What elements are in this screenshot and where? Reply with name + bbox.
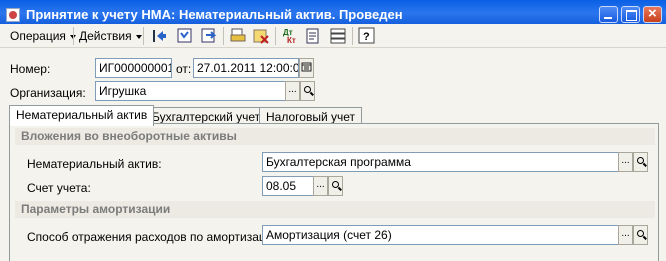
tab-intangible-asset[interactable]: Нематериальный актив: [9, 105, 155, 126]
number-field[interactable]: ИГ000000001: [95, 58, 172, 78]
asset-field[interactable]: Бухгалтерская программа: [262, 152, 619, 172]
operation-menu[interactable]: Операция: [10, 29, 76, 43]
date-label: от:: [176, 62, 192, 76]
asset-label: Нематериальный актив:: [27, 157, 162, 171]
print-icon[interactable]: [229, 27, 247, 45]
document-view-icon[interactable]: [176, 27, 194, 45]
actions-menu-label: Действия: [79, 29, 132, 43]
search-icon[interactable]: [328, 176, 343, 196]
toolbar-separator: [143, 27, 144, 45]
organization-select-button[interactable]: ...: [285, 81, 300, 101]
delete-document-icon[interactable]: [252, 27, 270, 45]
amortization-field[interactable]: Амортизация (счет 26): [262, 225, 619, 245]
search-icon[interactable]: [300, 81, 315, 101]
chevron-down-icon: [135, 34, 142, 39]
post-document-icon[interactable]: [200, 27, 218, 45]
calendar-icon[interactable]: [299, 58, 314, 78]
help-icon[interactable]: ?: [358, 27, 376, 45]
date-field[interactable]: 27.01.2011 12:00:01: [193, 58, 299, 78]
actions-menu[interactable]: Действия: [79, 29, 142, 43]
toolbar-separator: [73, 27, 74, 45]
svg-text:?: ?: [363, 31, 370, 43]
maximize-button[interactable]: [621, 6, 640, 23]
close-button[interactable]: [643, 5, 662, 23]
number-label: Номер:: [10, 62, 51, 76]
section-amortization: Параметры амортизации: [15, 201, 655, 218]
search-icon[interactable]: [633, 225, 648, 245]
app-icon: [6, 8, 20, 22]
toolbar-separator: [275, 27, 276, 45]
window-title: Принятие к учету НМА: Нематериальный акт…: [26, 7, 403, 22]
amortization-label: Способ отражения расходов по амортизации…: [27, 230, 283, 244]
minimize-button[interactable]: [599, 6, 618, 23]
organization-field[interactable]: Игрушка: [95, 81, 286, 101]
operation-menu-label: Операция: [10, 29, 66, 43]
account-label: Счет учета:: [27, 181, 91, 195]
account-select-button[interactable]: ...: [313, 176, 328, 196]
svg-text:Кт: Кт: [287, 36, 296, 45]
account-field[interactable]: 08.05: [262, 176, 314, 196]
organization-label: Организация:: [10, 86, 86, 100]
toolbar-separator: [352, 27, 353, 45]
toolbar-separator: [223, 27, 224, 45]
dt-kt-icon[interactable]: Дт Кт: [281, 27, 299, 45]
search-icon[interactable]: [633, 152, 648, 172]
section-noncurrent-assets: Вложения во внеоборотные активы: [15, 128, 655, 145]
report-icon[interactable]: [304, 27, 322, 45]
amortization-select-button[interactable]: ...: [618, 225, 633, 245]
arrow-left-icon[interactable]: [150, 27, 168, 45]
asset-select-button[interactable]: ...: [618, 152, 633, 172]
structure-icon[interactable]: [329, 27, 347, 45]
